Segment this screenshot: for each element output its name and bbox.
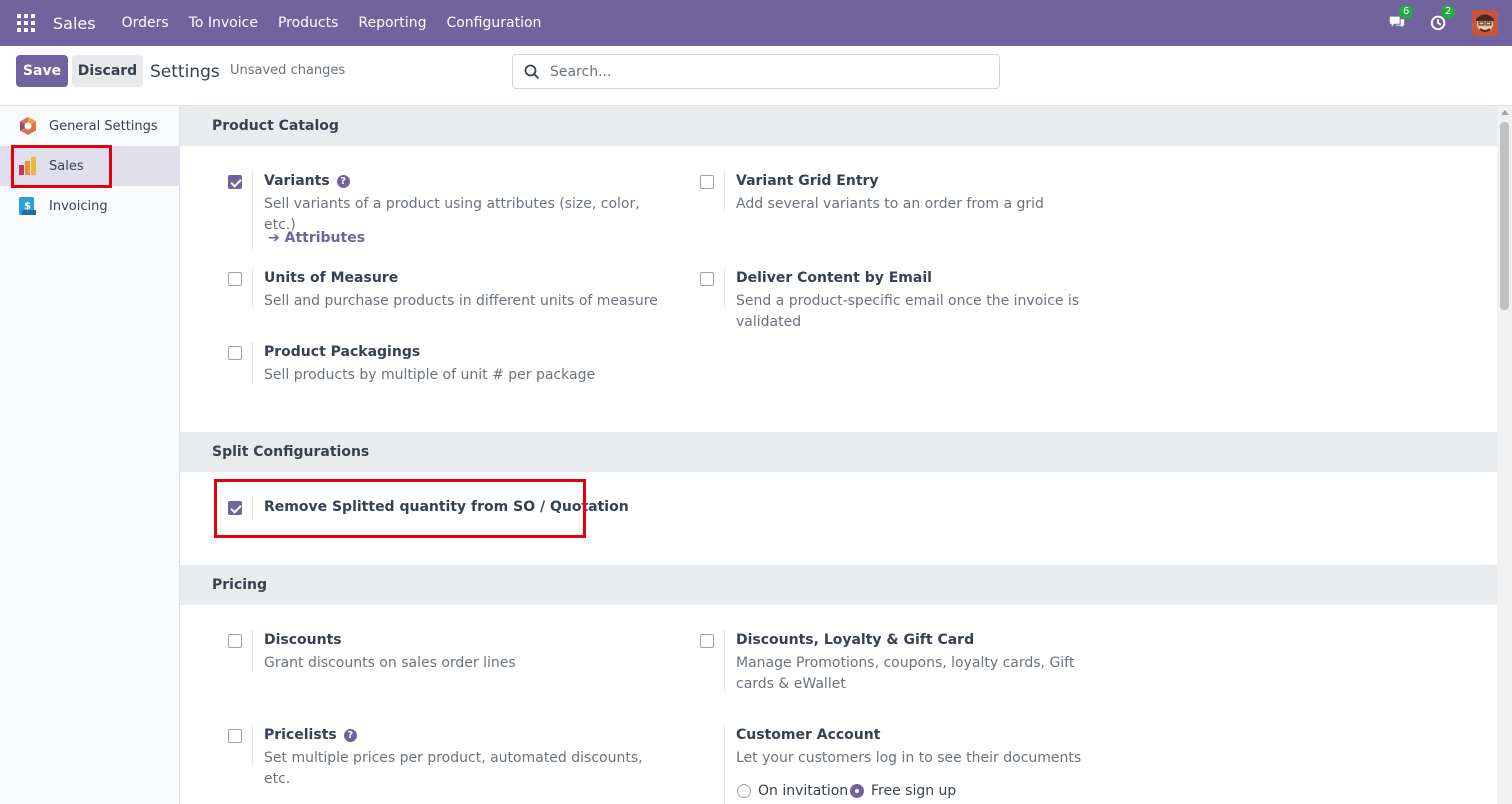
sales-app-icon <box>19 157 36 175</box>
divider <box>724 630 725 692</box>
uom-description: Sell and purchase products in different … <box>264 293 658 309</box>
content-scrollbar[interactable] <box>1497 106 1512 804</box>
messages-button[interactable]: 6 <box>1388 5 1414 33</box>
arrow-right-icon: ➔ <box>268 230 280 246</box>
messages-count-badge: 6 <box>1399 5 1414 19</box>
divider <box>252 268 253 308</box>
invoicing-app-icon: $ <box>19 197 36 215</box>
section-header-split-configurations: Split Configurations <box>180 432 1497 472</box>
setting-pricelists: Pricelists? Set multiple prices per prod… <box>228 725 648 787</box>
uom-checkbox[interactable] <box>228 272 242 286</box>
section-header-product-catalog: Product Catalog <box>180 106 1497 146</box>
radio-free-sign-up[interactable]: Free sign up <box>850 783 956 799</box>
page-title: Settings <box>150 62 220 82</box>
variants-title-row: Variants? <box>264 173 350 189</box>
pricelists-description: Set multiple prices per product, automat… <box>264 750 643 787</box>
app-brand[interactable]: Sales <box>47 14 102 33</box>
divider <box>252 342 253 382</box>
menu-to-invoice[interactable]: To Invoice <box>179 15 268 31</box>
menu-products[interactable]: Products <box>268 15 348 31</box>
section-header-pricing: Pricing <box>180 565 1497 605</box>
top-navbar: Sales Orders To Invoice Products Reporti… <box>0 0 1512 46</box>
sidebar-item-sales[interactable]: Sales <box>0 146 179 186</box>
variants-checkbox[interactable] <box>228 175 242 189</box>
loyalty-description: Manage Promotions, coupons, loyalty card… <box>736 655 1075 692</box>
settings-search[interactable] <box>512 54 1000 89</box>
sidebar-item-label: General Settings <box>49 118 158 134</box>
pricelists-title-row: Pricelists? <box>264 727 357 743</box>
pricelists-checkbox[interactable] <box>228 729 242 743</box>
divider <box>724 171 725 211</box>
unsaved-changes-indicator: Unsaved changes <box>230 63 346 78</box>
help-icon[interactable]: ? <box>336 175 350 188</box>
attributes-link-label: Attributes <box>284 230 366 246</box>
divider <box>724 268 725 308</box>
divider <box>252 725 253 765</box>
discounts-title: Discounts <box>264 632 342 648</box>
settings-content: Product Catalog Variants? Sell variants … <box>180 106 1497 804</box>
deliver-email-checkbox[interactable] <box>700 272 714 286</box>
menu-configuration[interactable]: Configuration <box>436 15 551 31</box>
divider <box>724 725 725 804</box>
discard-button[interactable]: Discard <box>72 55 143 87</box>
odoo-logo-icon <box>20 117 36 135</box>
sidebar-item-invoicing[interactable]: $ Invoicing <box>0 186 179 226</box>
discounts-checkbox[interactable] <box>228 634 242 648</box>
divider <box>252 171 253 249</box>
divider <box>252 497 253 519</box>
app-menu-icon[interactable] <box>17 14 35 32</box>
sidebar-item-label: Sales <box>49 158 84 174</box>
sidebar-item-general-settings[interactable]: General Settings <box>0 106 179 146</box>
loyalty-title: Discounts, Loyalty & Gift Card <box>736 632 975 648</box>
setting-discounts: Discounts Grant discounts on sales order… <box>228 630 648 682</box>
radio-selected-icon <box>850 784 864 798</box>
activities-count-badge: 2 <box>1441 5 1456 19</box>
control-panel: Save Discard Settings Unsaved changes <box>0 46 1512 106</box>
uom-title: Units of Measure <box>264 270 399 286</box>
radio-label: On invitation <box>758 783 849 799</box>
customer-account-description: Let your customers log in to see their d… <box>736 750 1082 766</box>
setting-units-of-measure: Units of Measure Sell and purchase produ… <box>228 268 658 320</box>
customer-account-title: Customer Account <box>736 727 881 743</box>
divider <box>252 630 253 670</box>
search-icon <box>524 64 540 79</box>
setting-remove-splitted-quantity: Remove Splitted quantity from SO / Quota… <box>228 497 648 523</box>
radio-label: Free sign up <box>871 783 957 799</box>
deliver-email-title: Deliver Content by Email <box>736 270 932 286</box>
variant-grid-checkbox[interactable] <box>700 175 714 189</box>
discounts-description: Grant discounts on sales order lines <box>264 655 516 671</box>
setting-variant-grid-entry: Variant Grid Entry Add several variants … <box>700 171 1120 223</box>
setting-product-packagings: Product Packagings Sell products by mult… <box>228 342 648 394</box>
radio-unselected-icon <box>737 784 751 798</box>
setting-loyalty-gift-card: Discounts, Loyalty & Gift Card Manage Pr… <box>700 630 1120 694</box>
sidebar-item-label: Invoicing <box>49 198 108 214</box>
deliver-email-description: Send a product-specific email once the i… <box>736 293 1080 330</box>
variants-title: Variants <box>264 173 330 189</box>
packagings-title: Product Packagings <box>264 344 421 360</box>
svg-text:$: $ <box>24 201 31 212</box>
search-input[interactable] <box>550 63 970 80</box>
user-avatar[interactable] <box>1472 10 1498 36</box>
packagings-checkbox[interactable] <box>228 346 242 360</box>
radio-on-invitation[interactable]: On invitation <box>737 783 848 799</box>
pricelists-title: Pricelists <box>264 727 337 743</box>
help-icon[interactable]: ? <box>343 729 357 742</box>
scroll-thumb[interactable] <box>1500 122 1509 310</box>
variant-grid-title: Variant Grid Entry <box>736 173 879 189</box>
menu-reporting[interactable]: Reporting <box>348 15 436 31</box>
menu-orders[interactable]: Orders <box>112 15 179 31</box>
activities-button[interactable]: 2 <box>1430 5 1456 33</box>
setting-deliver-content-email: Deliver Content by Email Send a product-… <box>700 268 1120 330</box>
avatar-image <box>1472 10 1498 36</box>
attributes-link[interactable]: ➔ Attributes <box>268 230 365 246</box>
remove-split-checkbox[interactable] <box>228 501 242 515</box>
variant-grid-description: Add several variants to an order from a … <box>736 196 1044 212</box>
save-button[interactable]: Save <box>16 55 68 87</box>
remove-split-title: Remove Splitted quantity from SO / Quota… <box>264 499 629 515</box>
loyalty-checkbox[interactable] <box>700 634 714 648</box>
settings-sidebar: General Settings Sales $ Invoicing <box>0 106 180 804</box>
packagings-description: Sell products by multiple of unit # per … <box>264 367 596 383</box>
scroll-up-arrow-icon[interactable] <box>1501 110 1509 115</box>
